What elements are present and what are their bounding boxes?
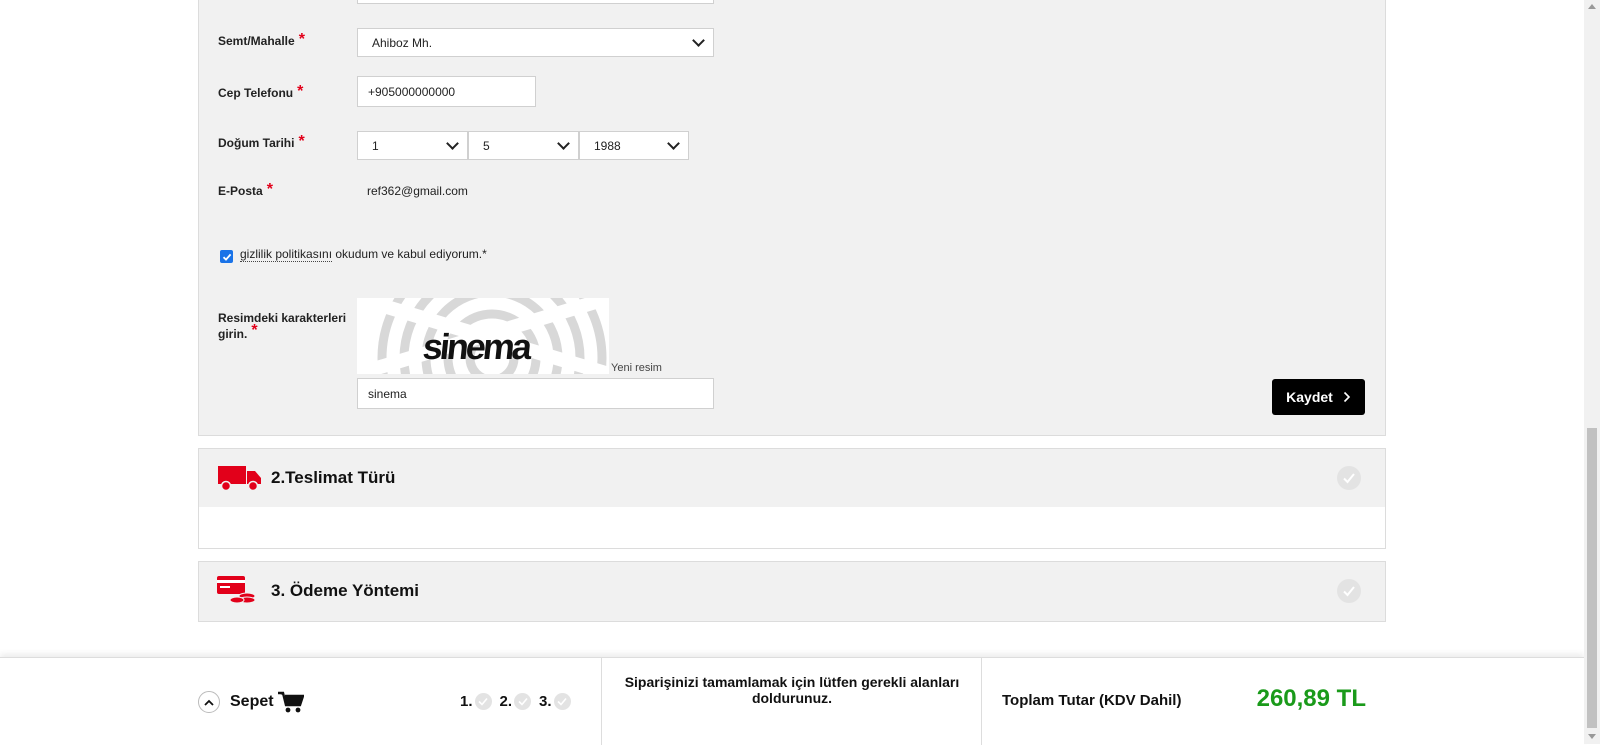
captcha-text: sinema <box>420 326 532 367</box>
privacy-checkbox[interactable] <box>220 250 233 263</box>
chevron-down-icon <box>557 137 570 150</box>
footer-divider <box>981 658 982 745</box>
save-button-label: Kaydet <box>1286 389 1333 405</box>
checkout-steps: 1. 2. 3. <box>460 693 571 710</box>
step-check-icon <box>553 693 571 710</box>
cart-toggle[interactable]: Sepet <box>198 691 304 713</box>
captcha-input-value: sinema <box>368 386 407 401</box>
new-captcha-link[interactable]: Yeni resim <box>611 362 662 374</box>
section-check-icon <box>1337 466 1361 490</box>
payment-method-header[interactable]: 3. Ödeme Yöntemi <box>199 562 1385 620</box>
required-mark: * <box>251 322 258 339</box>
total-label: Toplam Tutar (KDV Dahil) <box>1002 692 1182 709</box>
previous-field-input[interactable] <box>357 0 714 4</box>
birth-day-select[interactable]: 1 <box>357 131 468 160</box>
captcha-label-line2: girin. <box>218 327 248 341</box>
chevron-down-icon <box>667 137 680 150</box>
required-mark: * <box>297 83 304 100</box>
birth-month-value: 5 <box>483 138 490 153</box>
chevron-right-icon <box>1343 391 1350 403</box>
privacy-text: gizlilik politikasını okudum ve kabul ed… <box>240 247 487 262</box>
phone-label: Cep Telefonu * <box>218 83 304 104</box>
email-label: E-Posta * <box>218 181 273 202</box>
chevron-down-icon <box>692 34 705 47</box>
birth-day-value: 1 <box>372 138 379 153</box>
step-indicator: 2. <box>500 693 532 710</box>
phone-input-value: +905000000000 <box>368 84 456 99</box>
district-label-text: Semt/Mahalle <box>218 34 295 48</box>
privacy-rest-text: okudum ve kabul ediyorum.* <box>332 247 487 261</box>
cart-label: Sepet <box>230 693 274 710</box>
delivery-type-title: 2.Teslimat Türü <box>271 468 396 487</box>
step-indicator: 3. <box>539 693 571 710</box>
delivery-type-header[interactable]: 2.Teslimat Türü <box>199 449 1385 507</box>
privacy-policy-link[interactable]: gizlilik politikasını <box>240 247 333 262</box>
payment-method-section[interactable]: 3. Ödeme Yöntemi <box>198 561 1386 622</box>
district-select[interactable]: Ahiboz Mh. <box>357 28 714 57</box>
captcha-label: Resimdeki karakterleri girin. * <box>218 310 346 342</box>
step-number: 1. <box>460 693 473 710</box>
footer-divider <box>601 658 602 745</box>
page-scrollbar[interactable] <box>1584 0 1600 744</box>
email-value: ref362@gmail.com <box>367 184 468 198</box>
step-number: 2. <box>499 693 513 710</box>
required-mark: * <box>298 31 305 48</box>
captcha-image: sinema <box>357 298 609 374</box>
shopping-cart-icon <box>277 691 304 713</box>
order-summary-footer: Sepet 1. 2. 3. Siparişinizi tamamlamak i… <box>0 657 1584 745</box>
step-indicator: 1. <box>460 693 492 710</box>
scroll-down-arrow[interactable] <box>1588 734 1596 739</box>
payment-cards-icon <box>217 576 256 604</box>
birth-month-select[interactable]: 5 <box>468 131 579 160</box>
section-check-icon <box>1337 579 1361 603</box>
payment-method-title: 3. Ödeme Yöntemi <box>271 581 420 600</box>
total-amount: 260,89 TL <box>1256 685 1366 712</box>
district-label: Semt/Mahalle * <box>218 31 305 52</box>
chevron-down-icon <box>446 137 459 150</box>
district-select-value: Ahiboz Mh. <box>372 35 433 50</box>
captcha-label-line1: Resimdeki karakterleri <box>218 311 347 325</box>
scroll-up-arrow[interactable] <box>1588 4 1596 9</box>
phone-input[interactable]: +905000000000 <box>357 76 536 107</box>
step-check-icon <box>514 693 532 710</box>
delivery-truck-icon <box>218 466 261 492</box>
required-mark: * <box>266 181 273 198</box>
birthdate-label-text: Doğum Tarihi <box>218 136 295 150</box>
required-mark: * <box>298 133 305 150</box>
birth-year-value: 1988 <box>594 138 621 153</box>
chevron-up-icon <box>198 691 220 713</box>
checkmark-icon <box>222 253 231 261</box>
email-label-text: E-Posta <box>218 184 263 198</box>
completion-message: Siparişinizi tamamlamak için lütfen gere… <box>624 674 960 706</box>
save-button[interactable]: Kaydet <box>1272 379 1365 415</box>
birth-year-select[interactable]: 1988 <box>579 131 689 160</box>
delivery-type-section[interactable]: 2.Teslimat Türü <box>198 448 1386 549</box>
birthdate-label: Doğum Tarihi * <box>218 133 305 154</box>
scrollbar-thumb[interactable] <box>1587 428 1597 728</box>
step-number: 3. <box>539 693 552 710</box>
phone-label-text: Cep Telefonu <box>218 86 294 100</box>
captcha-input[interactable]: sinema <box>357 378 714 409</box>
step-check-icon <box>474 693 492 710</box>
